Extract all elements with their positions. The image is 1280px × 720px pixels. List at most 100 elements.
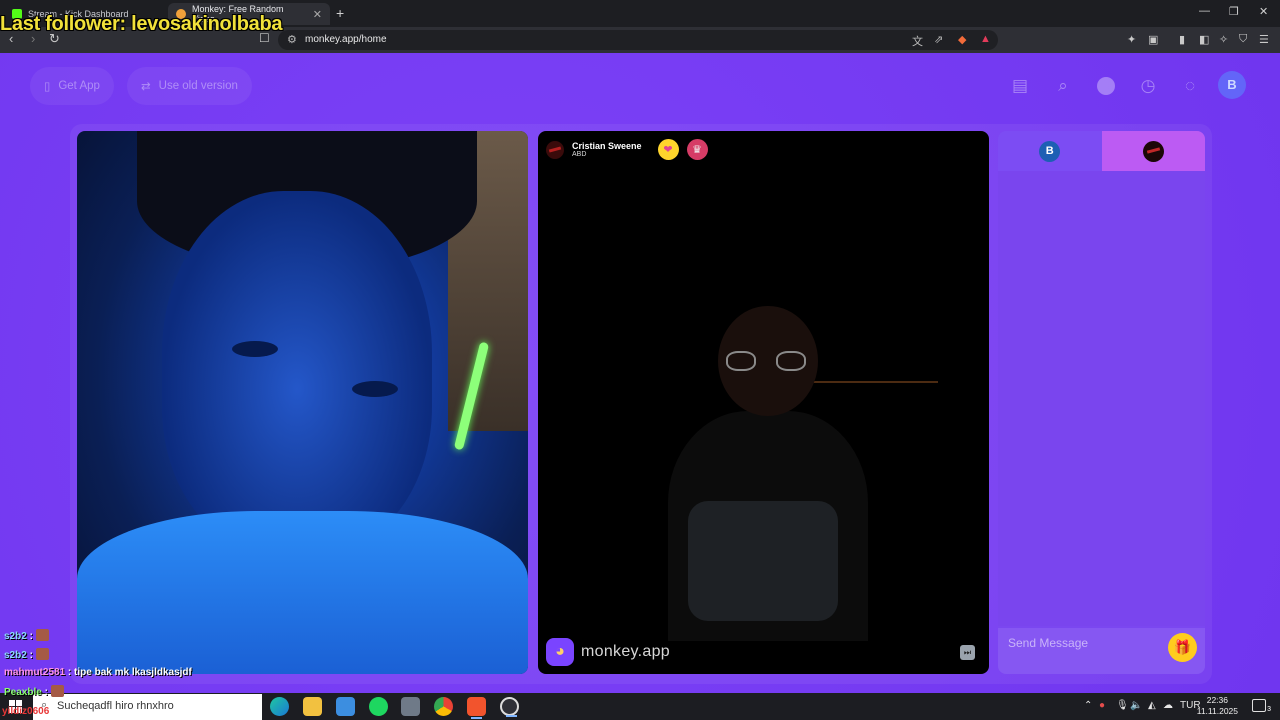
left-eye xyxy=(232,341,278,357)
emote-icon xyxy=(35,629,49,641)
partner-avatar[interactable] xyxy=(546,140,564,159)
skip-icon[interactable]: ⏭ xyxy=(960,645,975,660)
minimize-icon[interactable]: — xyxy=(1199,5,1210,17)
close-window-icon[interactable]: ✕ xyxy=(1259,5,1268,18)
chat-text: : xyxy=(29,631,33,642)
spotify-icon[interactable] xyxy=(369,697,388,716)
close-tab-icon[interactable]: ✕ xyxy=(313,8,322,21)
chat-user: mahmut2581 xyxy=(4,667,66,678)
history-icon[interactable]: ◷ xyxy=(1137,75,1159,97)
glasses-right xyxy=(776,351,806,371)
photos-icon[interactable] xyxy=(336,697,355,716)
chat-user: Peaxble xyxy=(4,687,42,698)
send-message-field[interactable]: Send Message 🎁 xyxy=(998,628,1205,674)
streamer-tag: yildiz0606 xyxy=(2,706,50,717)
partner-info[interactable]: Cristian Sweene ABD ❤ ♛ xyxy=(546,139,708,160)
share-icon[interactable]: ⇗ xyxy=(934,33,943,46)
url-text: monkey.app/home xyxy=(305,34,387,45)
brave-shield-icon[interactable]: ◆ xyxy=(958,33,966,46)
monkey-logo-icon: ◕ xyxy=(546,638,574,666)
chat-text: : xyxy=(29,650,33,661)
obs-icon[interactable] xyxy=(500,697,519,717)
windows-taskbar: ⌕ Sucheqadfl hiro rhnxhro ⌃ ● 🎙 🔈 ◭ ☁ TU… xyxy=(0,693,1280,720)
tab-self[interactable]: B xyxy=(998,131,1102,171)
monkey-watermark: ◕ monkey.app xyxy=(546,638,670,666)
taskbar-search-box[interactable]: ⌕ Sucheqadfl hiro rhnxhro xyxy=(33,694,262,720)
vpn-icon[interactable]: ⛉ xyxy=(1239,33,1247,46)
network-icon[interactable]: ◭ xyxy=(1148,700,1156,711)
extensions-icon[interactable]: ✦ xyxy=(1127,33,1136,46)
chat-messages xyxy=(998,171,1205,626)
chat-panel: B Send Message 🎁 xyxy=(998,131,1205,674)
tray-app-icon[interactable]: ● xyxy=(1099,700,1105,711)
chat-user: s2b2 xyxy=(4,631,27,642)
search-icon[interactable]: ⌕ xyxy=(1052,75,1074,97)
address-bar[interactable]: ⚙ monkey.app/home 文 ⇗ ◆ ▲ xyxy=(278,30,998,50)
use-old-version-button[interactable]: ⇄ Use old version xyxy=(127,67,252,105)
emote-icon xyxy=(35,648,49,660)
stream-chat-line: s2b2 : xyxy=(4,648,49,661)
use-old-version-label: Use old version xyxy=(158,80,238,92)
self-video xyxy=(77,131,528,674)
taskbar-search-text: Sucheqadfl hiro rhnxhro xyxy=(57,700,174,712)
chrome-icon[interactable] xyxy=(434,697,453,716)
file-explorer-icon[interactable] xyxy=(303,697,322,716)
calculator-icon[interactable] xyxy=(401,697,420,716)
brave-icon[interactable] xyxy=(467,697,486,719)
shop-icon[interactable]: ▤ xyxy=(1009,75,1031,97)
partner-scene xyxy=(668,241,938,641)
chat-user: s2b2 xyxy=(4,650,27,661)
partner-video: Cristian Sweene ABD ❤ ♛ ◕ monkey.app ⏭ xyxy=(538,131,989,674)
chat-text: : xyxy=(44,687,48,698)
menu-icon[interactable]: ☰ xyxy=(1259,33,1269,46)
clock-date: 11.11.2025 xyxy=(1196,706,1238,716)
notifications-icon[interactable] xyxy=(1252,699,1266,712)
phone-icon: ▯ xyxy=(44,81,51,93)
user-menu-avatar[interactable]: B xyxy=(1218,71,1246,99)
glasses-left xyxy=(726,351,756,371)
brand-text: monkey.app xyxy=(581,643,670,660)
tab-partner[interactable] xyxy=(1101,131,1205,171)
stream-chat-line: s2b2 : xyxy=(4,629,49,642)
partner-chat-avatar xyxy=(1142,140,1164,162)
messages-icon[interactable]: ◌ xyxy=(1179,75,1201,97)
get-app-label: Get App xyxy=(58,80,100,92)
chat-text: : tipe bak mk lkasjldkasjdf xyxy=(67,667,192,678)
wallet-icon[interactable]: ◧ xyxy=(1199,33,1209,46)
award-badge-icon[interactable]: ♛ xyxy=(686,139,708,160)
site-info-icon[interactable]: ⚙ xyxy=(287,33,297,46)
notification-count: 3 xyxy=(1267,706,1271,713)
tab-search-icon[interactable]: ▣ xyxy=(1148,33,1158,46)
sidebar-icon[interactable]: ▮ xyxy=(1179,33,1185,46)
self-avatar: B xyxy=(1039,140,1061,162)
send-message-placeholder: Send Message xyxy=(1008,636,1089,650)
profile-avatar-icon[interactable] xyxy=(1097,77,1115,95)
right-eye xyxy=(352,381,398,397)
edge-icon[interactable] xyxy=(270,697,289,716)
cloud-icon[interactable]: ☁ xyxy=(1163,700,1173,711)
swap-icon: ⇄ xyxy=(141,81,151,93)
microphone-icon[interactable]: 🎙 xyxy=(1116,700,1129,711)
last-follower-overlay: Last follower: levosakinolbaba xyxy=(0,13,283,35)
emote-icon xyxy=(50,685,64,697)
stream-chat-line: mahmut2581 : tipe bak mk lkasjldkasjdf xyxy=(4,667,192,678)
new-tab-icon[interactable]: + xyxy=(336,5,344,21)
tray-overflow-icon[interactable]: ⌃ xyxy=(1084,700,1092,711)
clock[interactable]: 22:36 11.11.2025 xyxy=(1197,695,1238,717)
partner-country: ABD xyxy=(572,151,587,158)
get-app-button[interactable]: ▯ Get App xyxy=(30,67,114,105)
brave-rewards-icon[interactable]: ▲ xyxy=(980,33,991,45)
chat-participants: B xyxy=(998,131,1205,171)
heart-badge-icon[interactable]: ❤ xyxy=(657,139,679,160)
restore-icon[interactable]: ❐ xyxy=(1229,5,1239,18)
volume-icon[interactable]: 🔈 xyxy=(1130,700,1142,711)
partner-name: Cristian Sweene xyxy=(572,141,642,151)
gift-icon[interactable]: 🎁 xyxy=(1168,633,1197,662)
hoodie-print xyxy=(688,501,838,621)
face xyxy=(162,191,432,561)
stream-chat-line: Peaxble : xyxy=(4,685,64,698)
clock-time: 22:36 xyxy=(1206,695,1228,705)
leo-ai-icon[interactable]: ✧ xyxy=(1219,33,1228,46)
shirt xyxy=(77,511,528,674)
translate-icon[interactable]: 文 xyxy=(912,33,923,49)
